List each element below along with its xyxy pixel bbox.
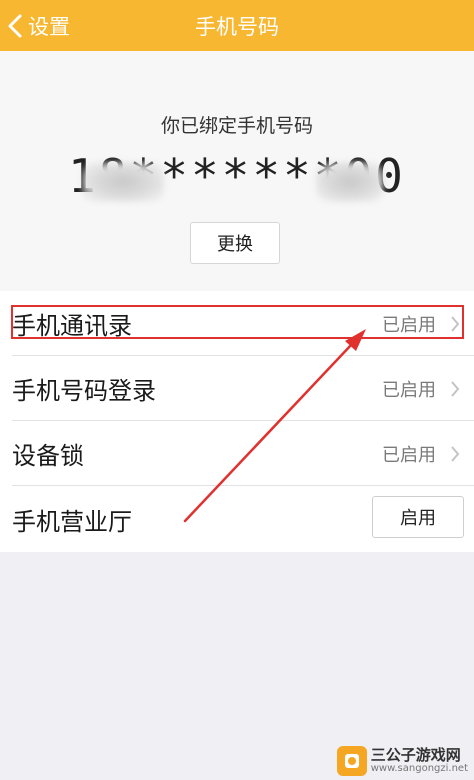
- row-device-lock[interactable]: 设备锁 已启用: [0, 421, 474, 486]
- back-label: 设置: [28, 14, 70, 39]
- row-status: 已启用: [382, 379, 436, 401]
- row-contacts[interactable]: 手机通讯录 已启用: [0, 291, 474, 356]
- row-mobile-hall: 手机营业厅 启用: [0, 486, 474, 552]
- row-status: 已启用: [382, 314, 436, 336]
- watermark: 三公子游戏网 www.sangongzi.net: [336, 746, 468, 776]
- enable-button[interactable]: 启用: [372, 496, 464, 538]
- settings-list: 手机通讯录 已启用 手机号码登录 已启用 设备锁 已启用 手机营业厅 启用: [0, 291, 474, 552]
- chevron-left-icon: [8, 14, 22, 37]
- row-label: 手机通讯录: [12, 312, 132, 340]
- privacy-blur-left: [82, 162, 164, 202]
- back-button[interactable]: 设置: [0, 0, 110, 51]
- bound-phone-label: 你已绑定手机号码: [160, 115, 313, 137]
- row-label: 手机营业厅: [12, 507, 132, 536]
- chevron-right-icon: [451, 316, 460, 332]
- change-number-button[interactable]: 更换: [190, 222, 280, 264]
- watermark-logo-icon: [336, 746, 367, 776]
- row-status: 已启用: [382, 444, 436, 466]
- chevron-right-icon: [451, 446, 460, 462]
- watermark-url: www.sangongzi.net: [370, 763, 468, 774]
- row-label: 设备锁: [12, 442, 84, 470]
- chevron-right-icon: [451, 381, 460, 397]
- bound-phone-panel: 你已绑定手机号码 18*******00 更换: [0, 51, 474, 291]
- row-phone-login[interactable]: 手机号码登录 已启用: [0, 356, 474, 421]
- navigation-bar: 设置 手机号码: [0, 0, 474, 51]
- row-label: 手机号码登录: [12, 377, 156, 405]
- masked-phone-number: 18*******00: [68, 149, 406, 203]
- watermark-title: 三公子游戏网: [370, 746, 461, 764]
- privacy-blur-right: [316, 162, 384, 202]
